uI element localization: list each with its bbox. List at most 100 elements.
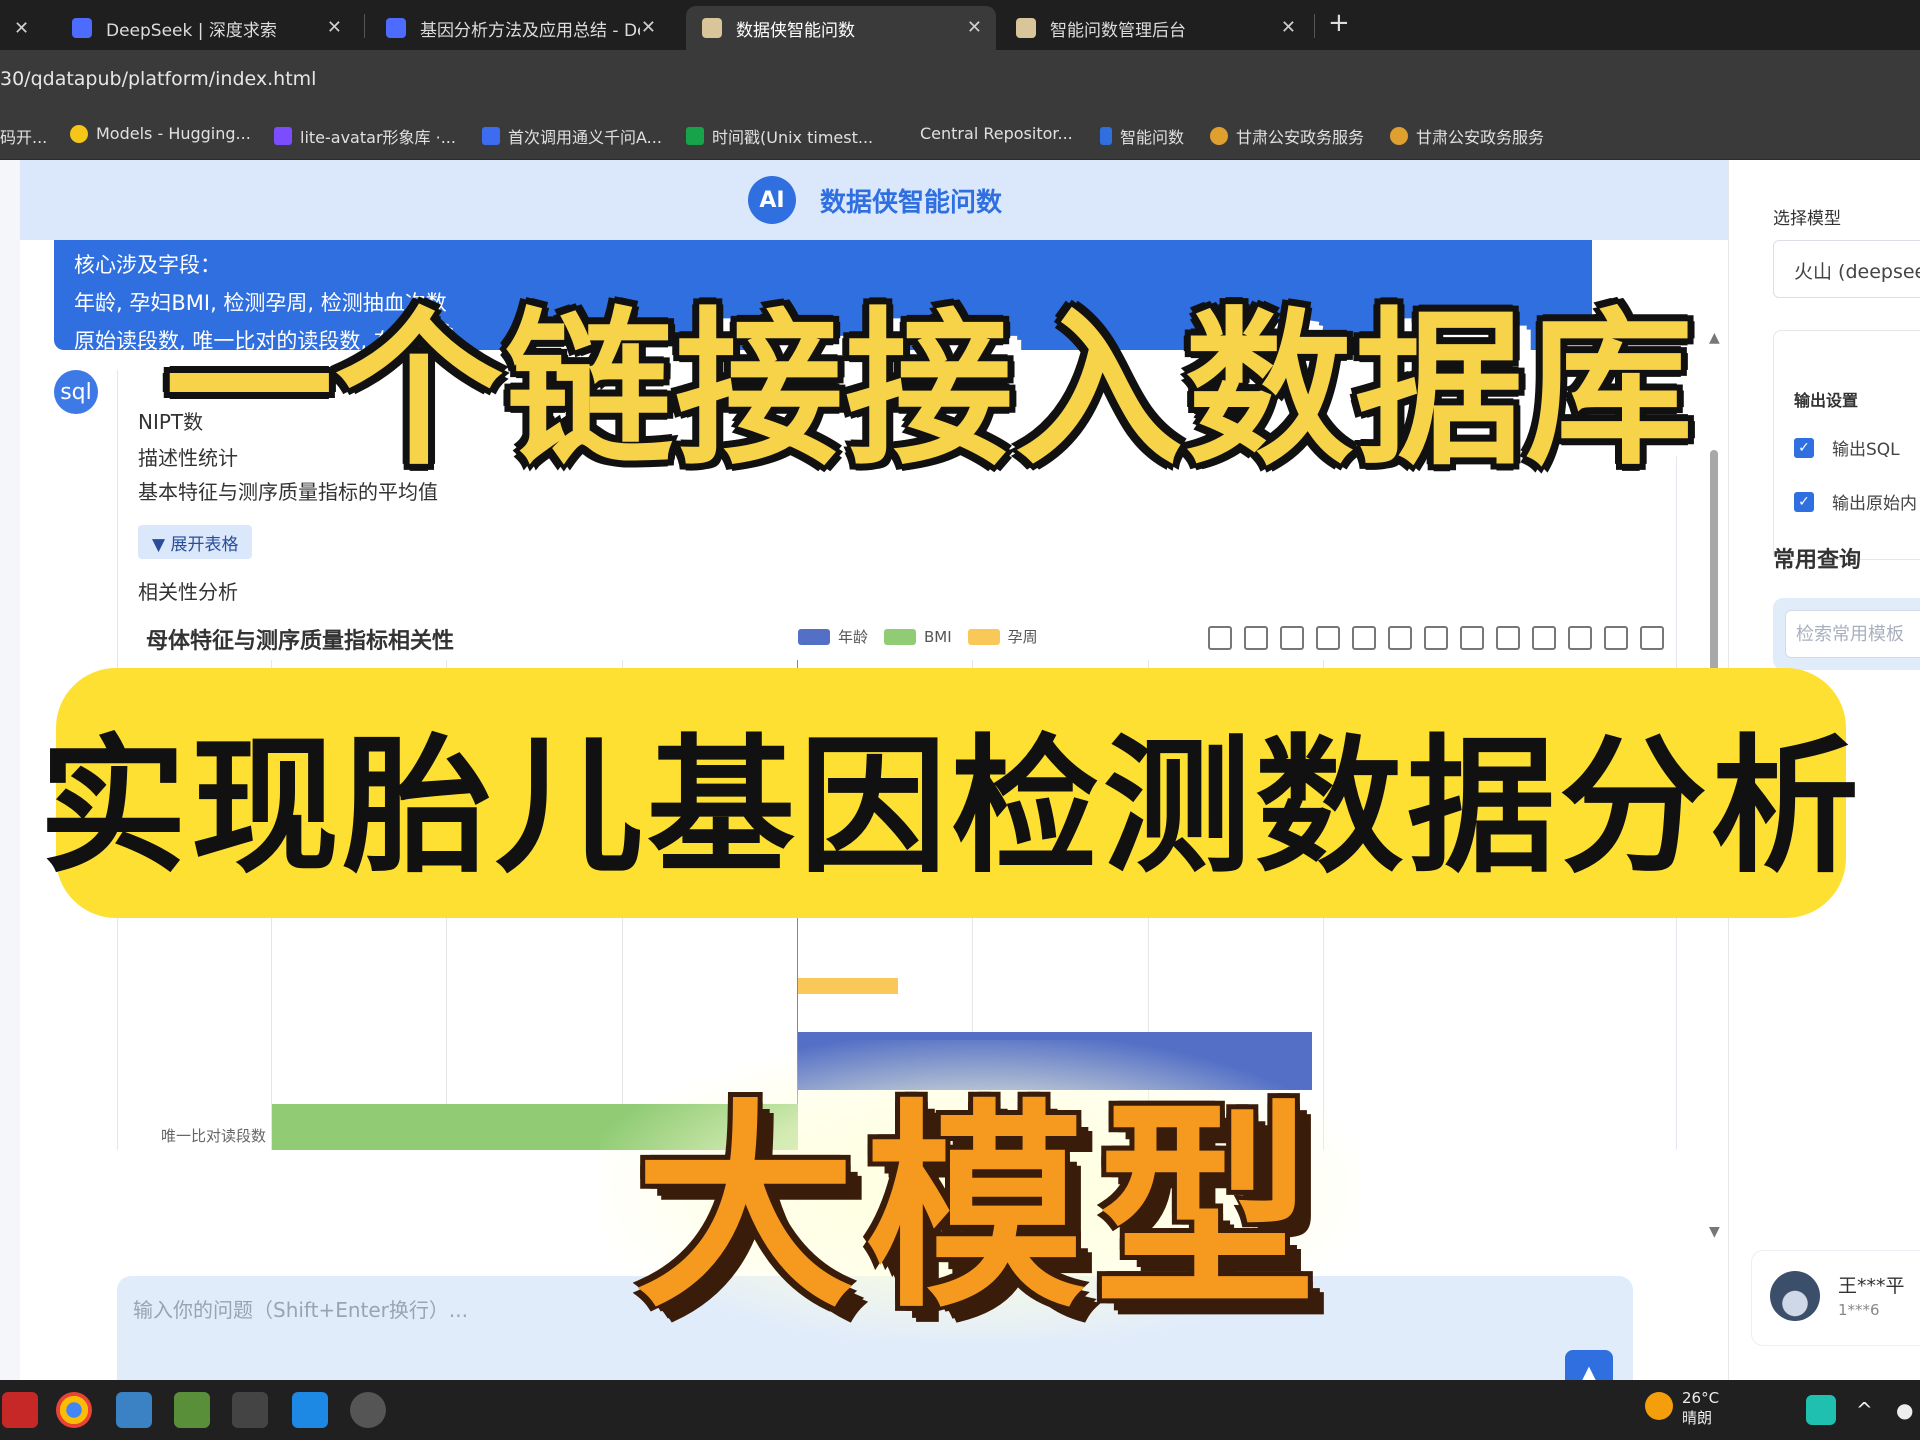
stack-icon[interactable] xyxy=(1604,626,1628,650)
terminal-icon[interactable] xyxy=(232,1392,268,1428)
doc-icon xyxy=(482,127,500,145)
browser-tab-bar: ✕ DeepSeek | 深度求索 ✕ 基因分析方法及应用总结 - Dee ✕ … xyxy=(0,0,1920,50)
chart-toolbox xyxy=(1208,626,1664,650)
tab-label: 智能问数管理后台 xyxy=(1050,20,1186,41)
legend-item[interactable]: BMI xyxy=(884,628,952,646)
rect-select-icon[interactable] xyxy=(1460,626,1484,650)
check-icon: ✓ xyxy=(1794,437,1814,458)
keep-select-icon[interactable] xyxy=(1532,626,1556,650)
tiled-icon[interactable] xyxy=(1640,626,1664,650)
bar-chart-icon[interactable] xyxy=(1316,626,1340,650)
close-icon[interactable]: ✕ xyxy=(1281,17,1296,38)
bookmark-item[interactable]: 甘肃公安政务服务 xyxy=(1210,124,1364,148)
tab-data-hero[interactable]: 数据侠智能问数 ✕ xyxy=(686,6,996,50)
bookmark-item[interactable]: 首次调用通义千问A... xyxy=(482,124,662,148)
bookmark-item[interactable]: lite-avatar形象库 ·... xyxy=(274,124,456,148)
tab-label: 基因分析方法及应用总结 - Dee xyxy=(420,20,640,41)
microphone-icon[interactable]: ● xyxy=(1896,1398,1913,1422)
restore-icon[interactable] xyxy=(1352,626,1376,650)
hugging-face-icon xyxy=(70,124,88,143)
template-search-input[interactable] xyxy=(1785,610,1920,658)
bookmark-label: 甘肃公安政务服务 xyxy=(1416,128,1545,147)
bar-gestational-week[interactable] xyxy=(798,978,898,994)
chrome-icon[interactable] xyxy=(56,1392,92,1428)
scroll-up-icon[interactable]: ▲ xyxy=(1709,330,1720,346)
bookmark-item[interactable]: 智能问数 xyxy=(1100,124,1184,148)
bookmark-item[interactable]: 甘肃公安政务服务 xyxy=(1390,124,1544,148)
tab-separator xyxy=(1314,14,1315,38)
chevron-up-icon[interactable]: ^ xyxy=(1856,1398,1873,1422)
page-icon xyxy=(702,18,722,38)
kimi-icon[interactable] xyxy=(1806,1395,1836,1425)
new-tab-button[interactable]: + xyxy=(1328,8,1350,38)
weather-temp: 26°C xyxy=(1682,1389,1720,1407)
output-raw-checkbox[interactable]: ✓ 输出原始内 xyxy=(1794,489,1917,514)
template-search xyxy=(1773,598,1920,670)
legend-swatch xyxy=(884,628,917,645)
legend-item[interactable]: 年龄 xyxy=(798,626,868,647)
avatar xyxy=(1770,1271,1820,1321)
user-card[interactable]: 王***平 1***6 xyxy=(1751,1250,1920,1346)
overlay-caption-bottom: 大模型 xyxy=(600,1040,1360,1340)
download-icon[interactable] xyxy=(1244,626,1268,650)
bookmark-label: 首次调用通义千问A... xyxy=(508,128,662,147)
bookmark-item[interactable]: Models - Hugging... xyxy=(70,124,251,143)
modelscope-icon xyxy=(274,127,292,145)
overlay-text: 一个链接接入数据库 xyxy=(165,291,1695,488)
bookmark-item[interactable]: 时间戳(Unix timest... xyxy=(686,124,873,148)
tab-label: 数据侠智能问数 xyxy=(736,20,855,41)
model-select[interactable]: 火山 (deepseek xyxy=(1773,240,1920,298)
obs-icon[interactable] xyxy=(350,1392,386,1428)
weather-sun-icon[interactable] xyxy=(1645,1392,1673,1420)
tab-admin[interactable]: 智能问数管理后台 ✕ xyxy=(1000,6,1310,50)
sql-avatar: sql xyxy=(54,370,98,414)
feishu-icon[interactable] xyxy=(292,1392,328,1428)
bookmark-label: Central Repositor... xyxy=(920,124,1073,143)
bookmark-label: Models - Hugging... xyxy=(96,124,251,143)
bookmark-item[interactable]: 码开... xyxy=(0,124,47,148)
editor-icon[interactable] xyxy=(174,1392,210,1428)
close-icon[interactable]: ✕ xyxy=(967,17,982,38)
zoom-back-icon[interactable] xyxy=(1424,626,1448,650)
weather-desc: 晴朗 xyxy=(1682,1409,1713,1427)
close-icon[interactable]: ✕ xyxy=(327,17,342,38)
tab-close-partial[interactable]: ✕ xyxy=(0,6,54,50)
overlay-banner: 实现胎儿基因检测数据分析 xyxy=(39,668,1859,918)
lasso-icon[interactable] xyxy=(1496,626,1520,650)
legend-item[interactable]: 孕周 xyxy=(967,626,1038,647)
deepseek-icon xyxy=(72,18,92,38)
zoom-icon[interactable] xyxy=(1388,626,1412,650)
bookmark-label: 甘肃公安政务服务 xyxy=(1236,128,1365,147)
scroll-down-icon[interactable]: ▼ xyxy=(1709,1224,1720,1240)
bookmark-item[interactable]: Central Repositor... xyxy=(920,124,1073,143)
url-field[interactable]: 30/qdatapub/platform/index.html xyxy=(0,68,316,90)
checkbox-label: 输出原始内 xyxy=(1832,494,1917,514)
chart-title: 母体特征与测序质量指标相关性 xyxy=(146,629,455,654)
address-bar: 30/qdatapub/platform/index.html xyxy=(0,50,1920,112)
select-model-label: 选择模型 xyxy=(1773,209,1841,229)
close-icon[interactable]: ✕ xyxy=(641,17,656,38)
line-chart-icon[interactable] xyxy=(1280,626,1304,650)
output-settings-card: 输出设置 ✓ 输出SQL ✓ 输出原始内 xyxy=(1773,330,1920,560)
close-icon[interactable]: ✕ xyxy=(14,18,29,39)
screen: ✕ DeepSeek | 深度求索 ✕ 基因分析方法及应用总结 - Dee ✕ … xyxy=(0,0,1920,1440)
legend-swatch xyxy=(798,628,830,645)
tab-separator xyxy=(364,14,365,38)
arrow-icon xyxy=(1100,127,1112,145)
overlay-text: 大模型 xyxy=(634,1081,1325,1337)
wps-icon[interactable] xyxy=(2,1392,38,1428)
output-sql-checkbox[interactable]: ✓ 输出SQL xyxy=(1794,435,1900,460)
data-view-icon[interactable] xyxy=(1208,626,1232,650)
user-name: 王***平 xyxy=(1838,1275,1905,1297)
expand-table-button[interactable]: ▼ 展开表格 xyxy=(138,525,253,559)
scroll-thumb[interactable] xyxy=(1710,450,1718,690)
timestamp-icon xyxy=(686,127,704,145)
notepad-icon[interactable] xyxy=(116,1392,152,1428)
overlay-caption-top: 一个链接接入数据库 xyxy=(165,260,1693,490)
os-taskbar: 26°C 晴朗 ^ ● xyxy=(0,1380,1920,1440)
police-emblem-icon xyxy=(1210,127,1228,145)
tab-deepseek[interactable]: DeepSeek | 深度求索 ✕ xyxy=(56,6,356,50)
weather-widget[interactable]: 26°C 晴朗 xyxy=(1682,1388,1719,1428)
tab-gene-analysis[interactable]: 基因分析方法及应用总结 - Dee ✕ xyxy=(370,6,670,50)
clear-select-icon[interactable] xyxy=(1568,626,1592,650)
